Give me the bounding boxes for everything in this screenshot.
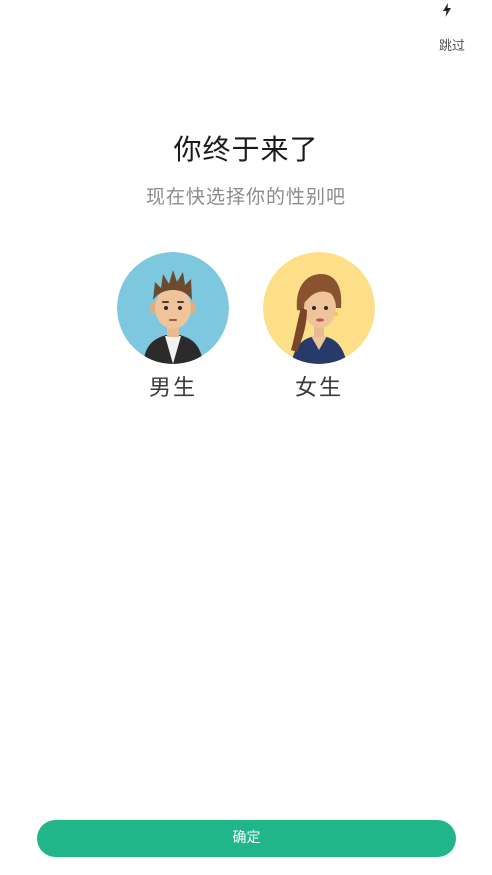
female-avatar-icon <box>263 252 375 364</box>
page-title: 你终于来了 <box>173 133 319 166</box>
female-avatar[interactable] <box>263 252 375 364</box>
gender-option-female[interactable]: 女生 <box>263 252 375 402</box>
bolt-icon <box>443 3 451 17</box>
page-subtitle: 现在快选择你的性别吧 <box>145 186 346 208</box>
gender-select-screen: 跳过 你终于来了 现在快选择你的性别吧 男生 女生 确定 <box>0 0 492 875</box>
male-label: 男生 <box>148 376 197 401</box>
male-avatar[interactable] <box>117 252 229 364</box>
status-bar <box>0 0 492 22</box>
female-label: 女生 <box>294 376 343 401</box>
gender-option-male[interactable]: 男生 <box>117 252 229 402</box>
skip-button[interactable]: 跳过 <box>430 37 474 57</box>
confirm-button[interactable]: 确定 <box>37 820 456 857</box>
male-avatar-icon <box>117 252 229 364</box>
